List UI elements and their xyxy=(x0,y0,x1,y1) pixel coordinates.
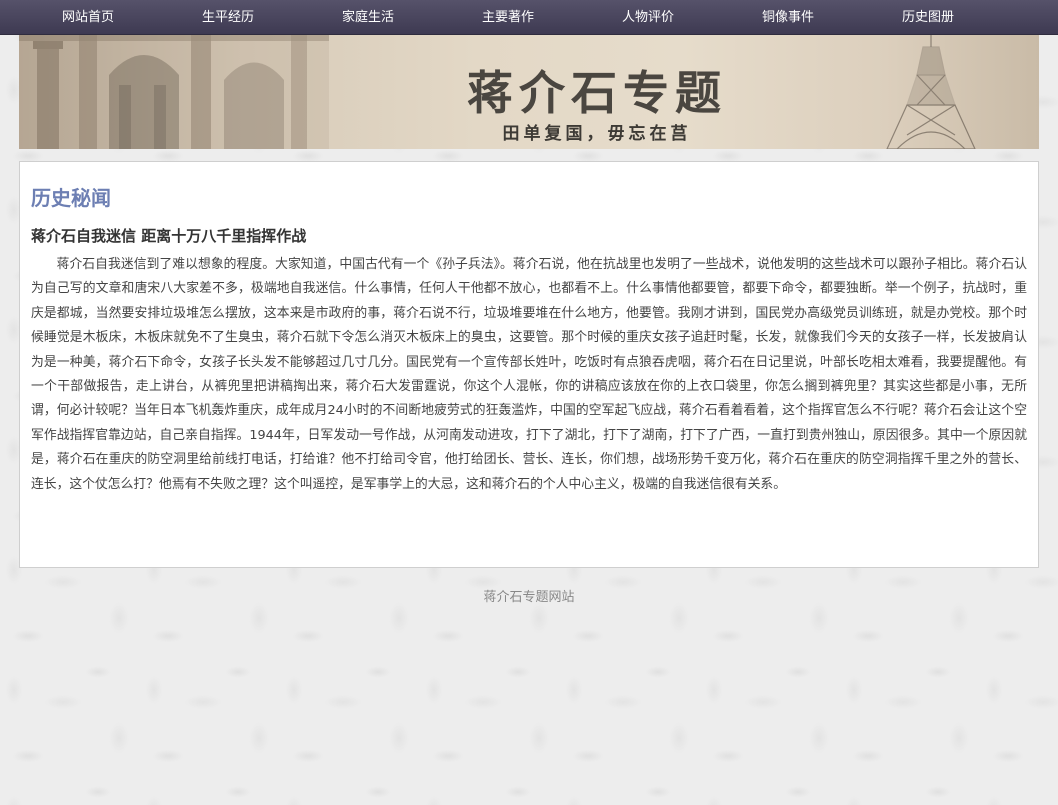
top-nav-bar: 网站首页 生平经历 家庭生活 主要著作 人物评价 铜像事件 历史图册 xyxy=(0,0,1058,35)
nav-item-history-album[interactable]: 历史图册 xyxy=(858,0,998,35)
header-banner: 蒋介石专题 田单复国，毋忘在莒 xyxy=(19,35,1039,149)
banner-title: 蒋介石专题 xyxy=(467,66,727,120)
nav-item-statue-incident[interactable]: 铜像事件 xyxy=(718,0,858,35)
nav-item-family-life[interactable]: 家庭生活 xyxy=(298,0,438,35)
footer-text: 蒋介石专题网站 xyxy=(483,590,575,605)
nav-item-major-works[interactable]: 主要著作 xyxy=(438,0,578,35)
section-title: 历史秘闻 xyxy=(31,186,111,210)
banner-subtitle: 田单复国，毋忘在莒 xyxy=(502,124,692,144)
content-panel: 历史秘闻 蒋介石自我迷信 距离十万八千里指挥作战 蒋介石自我迷信到了难以想象的程… xyxy=(19,161,1039,568)
article-title: 蒋介石自我迷信 距离十万八千里指挥作战 xyxy=(31,227,307,245)
eiffel-tower-illustration xyxy=(886,35,976,149)
nav-item-home[interactable]: 网站首页 xyxy=(18,0,158,35)
article-body: 蒋介石自我迷信到了难以想象的程度。大家知道，中国古代有一个《孙子兵法》。蒋介石说… xyxy=(31,257,1027,492)
building-arches-illustration xyxy=(19,35,329,149)
nav-item-evaluation[interactable]: 人物评价 xyxy=(578,0,718,35)
nav-menu: 网站首页 生平经历 家庭生活 主要著作 人物评价 铜像事件 历史图册 xyxy=(0,0,1058,35)
nav-item-biography[interactable]: 生平经历 xyxy=(158,0,298,35)
